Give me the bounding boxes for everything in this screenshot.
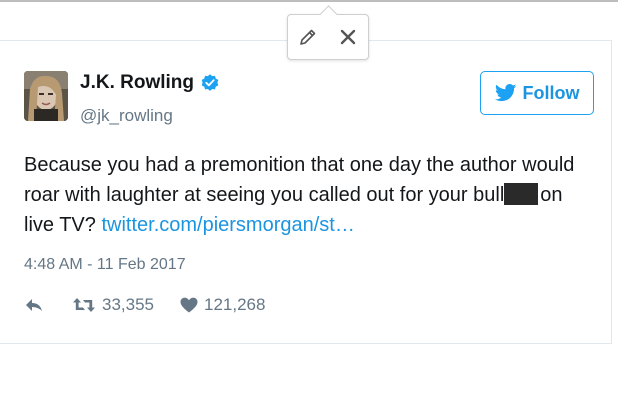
- close-icon: [340, 29, 356, 45]
- edit-button[interactable]: [293, 22, 323, 52]
- author-handle[interactable]: @jk_rowling: [80, 106, 173, 126]
- tweet-text: Because you had a premonition that one d…: [24, 150, 594, 240]
- redaction-block: [504, 183, 539, 205]
- follow-button[interactable]: Follow: [480, 71, 594, 115]
- author-name[interactable]: J.K. Rowling: [80, 72, 194, 94]
- popover-caret: [319, 5, 338, 24]
- verified-badge-icon: [201, 74, 219, 91]
- heart-icon: [180, 297, 198, 313]
- reply-icon: [26, 299, 42, 311]
- reply-button[interactable]: [24, 297, 44, 313]
- pencil-icon: [300, 29, 316, 45]
- like-count: 121,268: [204, 295, 266, 314]
- author-name-row[interactable]: J.K. Rowling: [80, 72, 220, 94]
- tweet-timestamp[interactable]: 4:48 AM - 11 Feb 2017: [24, 256, 186, 274]
- tweet-actions: 33,355 121,268: [24, 292, 265, 318]
- follow-label: Follow: [522, 82, 580, 103]
- retweet-count: 33,355: [102, 295, 154, 314]
- top-divider: [0, 0, 618, 2]
- tweet-link[interactable]: twitter.com/piersmorgan/st…: [101, 214, 354, 236]
- tweet-text-part1: Because you had a premonition that one d…: [24, 154, 575, 206]
- avatar[interactable]: [24, 71, 68, 121]
- close-button[interactable]: [333, 22, 363, 52]
- page: J.K. Rowling @jk_rowling Follow Because …: [0, 0, 618, 412]
- twitter-bird-icon: [494, 84, 516, 102]
- edit-popover: [287, 5, 369, 60]
- like-button[interactable]: 121,268: [180, 295, 265, 315]
- retweet-button[interactable]: 33,355: [72, 295, 154, 315]
- retweet-icon: [73, 298, 95, 312]
- avatar-image: [24, 71, 68, 121]
